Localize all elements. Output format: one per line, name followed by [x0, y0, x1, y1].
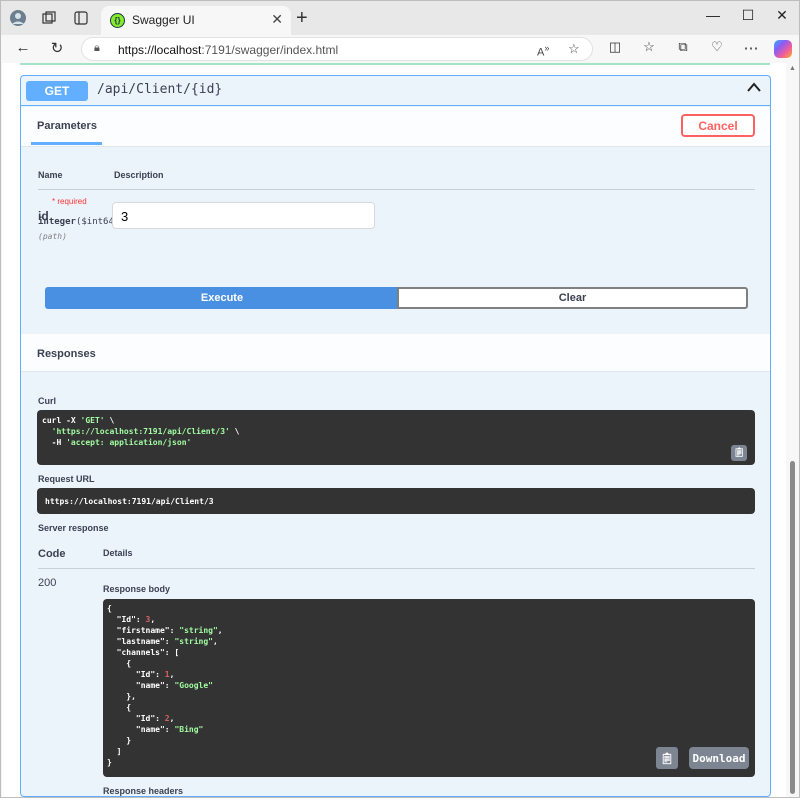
url-bar[interactable]: 🔒︎ https://localhost:7191/swagger/index.…	[81, 37, 593, 61]
response-col-details: Details	[103, 548, 133, 558]
server-response-label: Server response	[38, 523, 109, 533]
address-bar-row: ← ↻ 🔒︎ https://localhost:7191/swagger/in…	[1, 35, 799, 63]
operation-block-get: GET /api/Client/{id} Parameters Cancel N…	[20, 75, 771, 797]
close-window-button[interactable]: ✕	[772, 7, 792, 24]
split-screen-icon[interactable]: ◫	[605, 39, 625, 55]
response-col-code: Code	[38, 548, 66, 560]
request-url: https://localhost:7191/api/Client/3	[45, 497, 214, 506]
copy-curl-icon[interactable]: 📋︎	[731, 445, 747, 461]
tab-swagger-ui[interactable]: {} Swagger UI ✕	[101, 6, 291, 35]
tab-close-icon[interactable]: ✕	[271, 11, 283, 28]
more-menu-icon[interactable]: ⋯	[741, 39, 761, 57]
response-body-block[interactable]: { "Id": 3, "firstname": "string", "lastn…	[103, 599, 755, 777]
curl-code-block[interactable]: curl -X 'GET' \ 'https://localhost:7191/…	[37, 410, 755, 465]
page-viewport: GET /api/Client/{id} Parameters Cancel N…	[2, 63, 786, 797]
tab-parameters[interactable]: Parameters	[37, 120, 97, 132]
responses-header: Responses	[21, 334, 770, 372]
page-scrollbar[interactable]: ▲	[786, 63, 799, 797]
param-type: integer($int64)	[38, 217, 119, 227]
swagger-favicon-icon: {}	[110, 13, 125, 28]
param-table-divider	[38, 189, 755, 190]
operation-path: /api/Client/{id}	[97, 82, 223, 97]
scroll-up-icon[interactable]: ▲	[789, 65, 796, 72]
favorite-star-icon[interactable]: ☆	[568, 41, 580, 57]
param-location: (path)	[38, 232, 67, 241]
clear-button[interactable]: Clear	[397, 287, 748, 309]
browser-essentials-icon[interactable]: ♡	[707, 39, 727, 55]
request-url-label: Request URL	[38, 474, 95, 484]
response-body-label: Response body	[103, 584, 171, 594]
refresh-icon[interactable]: ↻	[47, 39, 67, 57]
url-host: https://localhost	[118, 43, 202, 57]
tab-title: Swagger UI	[132, 13, 195, 27]
response-table-divider	[38, 568, 755, 569]
response-body-json: { "Id": 3, "firstname": "string", "lastn…	[107, 604, 223, 767]
copilot-icon[interactable]	[774, 40, 792, 58]
execute-button[interactable]: Execute	[45, 287, 399, 309]
scroll-thumb[interactable]	[790, 461, 795, 794]
param-col-name: Name	[38, 170, 63, 180]
copy-response-icon[interactable]: 📋︎	[656, 747, 678, 769]
responses-title: Responses	[37, 348, 96, 360]
download-button[interactable]: Download	[689, 747, 749, 769]
param-type-name: integer	[38, 217, 76, 227]
response-status-code: 200	[38, 577, 57, 589]
parameters-tab-underline	[31, 142, 102, 145]
operation-summary[interactable]: GET /api/Client/{id}	[21, 76, 770, 106]
parameters-header: Parameters Cancel	[21, 107, 770, 147]
read-aloud-icon[interactable]: A»	[537, 43, 549, 59]
url-path: :7191/swagger/index.html	[201, 43, 339, 57]
tab-actions-icon[interactable]	[72, 9, 90, 27]
previous-operation-border	[20, 63, 770, 65]
param-col-description: Description	[114, 170, 164, 180]
profile-avatar-icon[interactable]	[9, 9, 27, 27]
chevron-up-icon[interactable]	[746, 80, 762, 96]
param-id-input[interactable]: 3	[112, 202, 375, 229]
request-url-block[interactable]: https://localhost:7191/api/Client/3	[37, 488, 755, 514]
maximize-button[interactable]: ☐	[738, 7, 758, 24]
favorites-icon[interactable]: ☆	[639, 39, 659, 55]
url-text: https://localhost:7191/swagger/index.htm…	[118, 43, 338, 57]
minimize-button[interactable]: —	[703, 7, 723, 23]
lock-icon[interactable]: 🔒︎	[94, 42, 100, 55]
param-required: * required	[52, 197, 87, 206]
curl-label: Curl	[38, 396, 56, 406]
collections-icon[interactable]: ⧉	[673, 39, 693, 55]
method-badge: GET	[26, 81, 88, 101]
browser-window: {} Swagger UI ✕ + — ☐ ✕ ← ↻ 🔒︎ https://l…	[0, 0, 800, 798]
back-icon[interactable]: ←	[13, 39, 33, 56]
cancel-button[interactable]: Cancel	[681, 114, 755, 137]
new-tab-button[interactable]: +	[296, 7, 308, 30]
curl-code: curl -X 'GET' \ 'https://localhost:7191/…	[42, 416, 240, 447]
response-headers-label: Response headers	[103, 786, 184, 796]
tab-strip: {} Swagger UI ✕ + — ☐ ✕	[1, 1, 799, 35]
workspaces-icon[interactable]	[40, 9, 58, 27]
